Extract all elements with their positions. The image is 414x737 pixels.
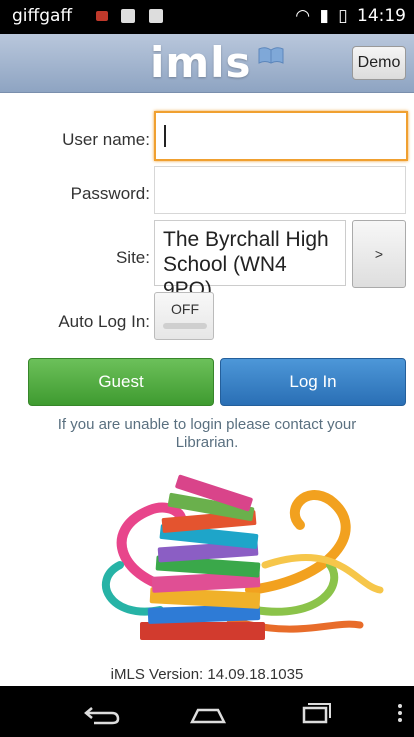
recent-apps-icon[interactable] (292, 686, 340, 737)
app-logo: imls (150, 38, 252, 87)
text-caret (164, 125, 166, 147)
guest-button[interactable]: Guest (28, 358, 214, 406)
toggle-track (163, 323, 207, 329)
username-label: User name: (62, 130, 150, 149)
status-bar: giffgaff ◠ ▮ ▯ 14:19 (0, 0, 414, 34)
auto-login-toggle[interactable]: OFF (154, 292, 214, 340)
back-icon[interactable] (78, 686, 126, 737)
site-label: Site: (115, 248, 150, 267)
app-header: imls Demo (0, 34, 414, 93)
wifi-icon: ◠ (295, 6, 311, 26)
username-input[interactable] (154, 111, 408, 161)
notification-icons (96, 9, 171, 29)
system-icons: ◠ ▮ ▯ 14:19 (291, 6, 406, 26)
menu-icon[interactable] (392, 686, 408, 737)
signal-icon: ▮ (319, 6, 329, 26)
demo-button[interactable]: Demo (352, 46, 406, 80)
help-text: If you are unable to login please contac… (57, 416, 357, 451)
password-label: Password: (70, 184, 150, 203)
book-logo-icon (258, 47, 284, 64)
toggle-state: OFF (171, 301, 199, 317)
books-illustration (101, 474, 384, 640)
site-value: The Byrchall High School (WN4 9PQ) (154, 220, 346, 301)
system-nav-bar (0, 686, 414, 737)
password-input[interactable] (154, 166, 406, 214)
home-icon[interactable] (184, 686, 232, 737)
clock: 14:19 (357, 6, 406, 26)
version-text: iMLS Version: 14.09.18.1035 (110, 666, 304, 683)
auto-login-label: Auto Log In: (58, 312, 150, 331)
login-button[interactable]: Log In (220, 358, 406, 406)
site-select-button[interactable]: > (352, 220, 406, 288)
carrier-name: giffgaff (12, 6, 73, 26)
bag-check-icon (148, 9, 163, 23)
message-alert-icon (96, 11, 108, 21)
barcode-icon (121, 9, 136, 23)
battery-icon: ▯ (338, 6, 348, 26)
